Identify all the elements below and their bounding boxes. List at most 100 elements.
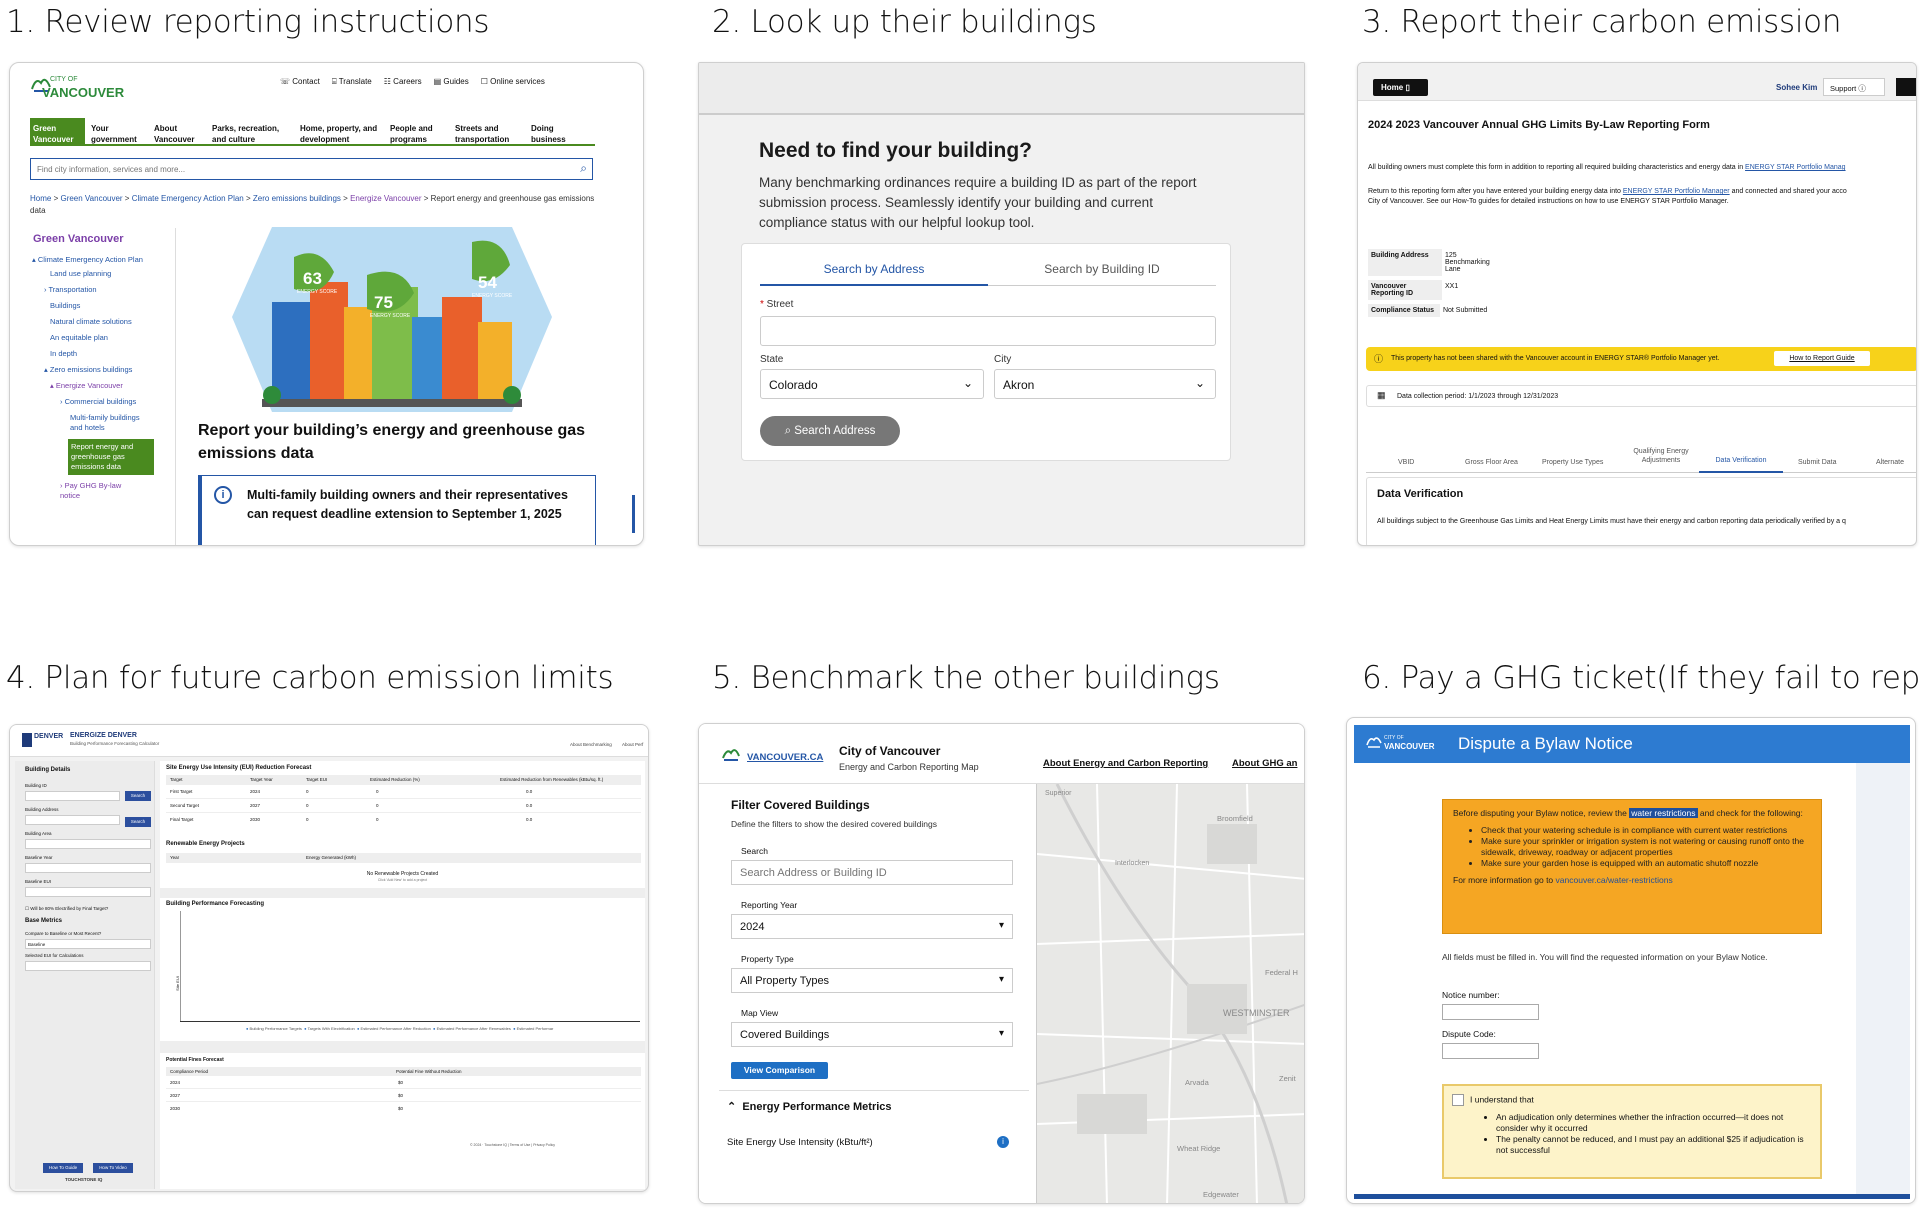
util-guides[interactable]: ▤ Guides — [434, 77, 469, 87]
support-button[interactable]: Support ⓘ — [1823, 78, 1885, 96]
street-input[interactable] — [760, 316, 1216, 346]
sidebar-item-report-active[interactable]: Report energy and greenhouse gas emissio… — [68, 439, 154, 475]
nav-people-programs[interactable]: People and programs — [386, 118, 451, 144]
sidebar-item-equitable[interactable]: An equitable plan — [32, 333, 172, 343]
nav-doing-business[interactable]: Doing business — [527, 118, 582, 144]
info-icon: i — [214, 486, 232, 504]
how-to-report-button[interactable]: How to Report Guide — [1774, 351, 1870, 366]
about-benchmarking-link[interactable]: About Benchmarking — [570, 742, 612, 747]
sidebar-item-transportation[interactable]: › Transportation — [32, 285, 172, 295]
nav-parks[interactable]: Parks, recreation, and culture — [208, 118, 296, 144]
site-search-input[interactable] — [31, 160, 551, 179]
scrollbar-thumb[interactable] — [632, 495, 635, 533]
map-app-subtitle: Energy and Carbon Reporting Map — [839, 762, 979, 772]
sidebar-item-pay-ghg[interactable]: › Pay GHG By-law notice — [32, 481, 142, 501]
sidebar-item-in-depth[interactable]: In depth — [32, 349, 172, 359]
tab-submit-data[interactable]: Submit Data — [1798, 459, 1837, 466]
sidebar-item-energize[interactable]: ▴ Energize Vancouver — [32, 381, 172, 391]
crumb-ceap[interactable]: Climate Emergency Action Plan — [132, 194, 244, 203]
tab-search-by-building-id[interactable]: Search by Building ID — [988, 262, 1216, 286]
how-to-guide-button[interactable]: How To Guide — [43, 1163, 83, 1173]
field-label-baseline-year: Baseline Year — [25, 855, 53, 860]
util-online-services[interactable]: ☐ Online services — [481, 77, 545, 87]
denver-footer: © 2024 · Touchstone IQ | Terms of Use | … — [470, 1143, 555, 1147]
metrics-toggle[interactable]: ⌃ Energy Performance Metrics — [727, 1100, 892, 1113]
understand-checkbox[interactable] — [1452, 1094, 1464, 1106]
row-val-address: 125 Benchmarking Lane — [1445, 252, 1490, 273]
baseline-year-input[interactable] — [25, 863, 151, 873]
sidebar-item-land-use[interactable]: Land use planning — [32, 269, 172, 279]
sidebar-item-multifamily[interactable]: Multi-family buildings and hotels — [32, 413, 152, 433]
dispute-code-input[interactable] — [1442, 1043, 1539, 1059]
user-name[interactable]: Sohee Kim — [1776, 83, 1817, 92]
crumb-green-vancouver[interactable]: Green Vancouver — [60, 194, 122, 203]
about-energy-link[interactable]: About Energy and Carbon Reporting — [1043, 758, 1208, 769]
building-area-input[interactable] — [25, 839, 151, 849]
crumb-energize[interactable]: Energize Vancouver — [350, 194, 421, 203]
site-search[interactable]: ⌕ — [30, 158, 593, 180]
logo-vancouver: VANCOUVER — [42, 85, 125, 100]
search-input[interactable] — [731, 860, 1013, 885]
filter-title: Filter Covered Buildings — [731, 798, 870, 812]
city-select[interactable]: Akron ⌄ — [994, 369, 1216, 399]
nav-home-property[interactable]: Home, property, and development — [296, 118, 386, 144]
year-select[interactable]: 2024 ▾ — [731, 914, 1013, 939]
sidebar-item-natural[interactable]: Natural climate solutions — [32, 317, 172, 327]
sidebar-item-buildings[interactable]: Buildings — [32, 301, 172, 311]
sidebar-item-commercial[interactable]: › Commercial buildings — [32, 397, 172, 407]
view-comparison-button[interactable]: View Comparison — [731, 1062, 828, 1079]
water-restrictions-link[interactable]: water restrictions — [1629, 808, 1698, 818]
tab-qualifying-energy[interactable]: Qualifying Energy Adjustments — [1630, 447, 1692, 465]
baseline-eui-input[interactable] — [25, 887, 151, 897]
baseline-select[interactable]: Baseline — [25, 939, 151, 949]
energy-star-link-1[interactable]: ENERGY STAR Portfolio Manag — [1745, 164, 1846, 171]
building-id-input[interactable] — [25, 791, 120, 801]
type-label: Property Type — [741, 954, 794, 964]
nav-green-vancouver[interactable]: Green Vancouver — [30, 118, 85, 144]
building-address-input[interactable] — [25, 815, 120, 825]
util-translate[interactable]: ⌸ Translate — [332, 77, 372, 87]
search-address-button[interactable]: ⌕ Search Address — [760, 416, 900, 446]
denver-logo: DENVER — [34, 733, 64, 740]
nav-streets[interactable]: Streets and transportation — [451, 118, 527, 144]
energy-star-link-2[interactable]: ENERGY STAR Portfolio Manager — [1623, 188, 1730, 195]
util-contact[interactable]: ☏ Contact — [280, 77, 320, 87]
tab-search-by-address[interactable]: Search by Address — [760, 262, 988, 286]
tab-gross-floor-area[interactable]: Gross Floor Area — [1465, 459, 1518, 466]
water-restrictions-url[interactable]: vancouver.ca/water-restrictions — [1556, 875, 1673, 885]
nav-your-government[interactable]: Your government — [85, 118, 150, 144]
notice-number-input[interactable] — [1442, 1004, 1539, 1020]
crumb-home[interactable]: Home — [30, 194, 51, 203]
electrified-checkbox[interactable]: ☐ Will be 80% Electrified by Final Targe… — [25, 906, 108, 912]
about-ghg-link[interactable]: About GHG an — [1232, 758, 1297, 769]
sidebar-item-ceap[interactable]: ▴ Climate Emergency Action Plan — [32, 255, 172, 265]
selected-eui-input[interactable] — [25, 961, 151, 971]
crumb-zero-emissions[interactable]: Zero emissions buildings — [253, 194, 341, 203]
fines-table: Compliance Period Potential Fine Without … — [166, 1067, 641, 1115]
util-careers[interactable]: ☷ Careers — [384, 77, 422, 87]
sidebar-item-zero-emissions[interactable]: ▴ Zero emissions buildings — [32, 365, 172, 375]
menu-button[interactable] — [1896, 78, 1916, 96]
tab-alternate[interactable]: Alternate — [1876, 459, 1904, 466]
home-button[interactable]: Home ▯ — [1373, 79, 1428, 96]
performance-forecast-title: Building Performance Forecasting — [166, 901, 265, 907]
info-icon[interactable]: i — [997, 1136, 1009, 1148]
state-select[interactable]: Colorado ⌄ — [760, 369, 984, 399]
map-label-zenit: Zenit — [1279, 1074, 1296, 1083]
dispute-code-label: Dispute Code: — [1442, 1029, 1496, 1039]
map-view-select[interactable]: Covered Buildings ▾ — [731, 1022, 1013, 1047]
about-perf-link[interactable]: About Perf — [622, 742, 643, 747]
search-button-1[interactable]: Search — [125, 791, 151, 801]
search-button-2[interactable]: Search — [125, 817, 151, 827]
search-icon[interactable]: ⌕ — [580, 161, 587, 176]
renewable-table-header: Year Energy Generated (kWh) — [166, 853, 641, 863]
tab-data-verification[interactable]: Data Verification — [1699, 451, 1783, 473]
tab-vbid[interactable]: VBID — [1398, 459, 1414, 466]
how-to-video-button[interactable]: How To Video — [93, 1163, 133, 1173]
tab-property-use[interactable]: Property Use Types — [1542, 459, 1603, 466]
vancouver-ca-logo[interactable]: VANCOUVER.CA — [747, 752, 823, 763]
map-view[interactable]: Superior Broomfield Interlocken Federal … — [1036, 784, 1304, 1203]
nav-about-vancouver[interactable]: About Vancouver — [150, 118, 208, 144]
vancouver-logo-icon — [1366, 737, 1382, 748]
property-type-select[interactable]: All Property Types ▾ — [731, 968, 1013, 993]
